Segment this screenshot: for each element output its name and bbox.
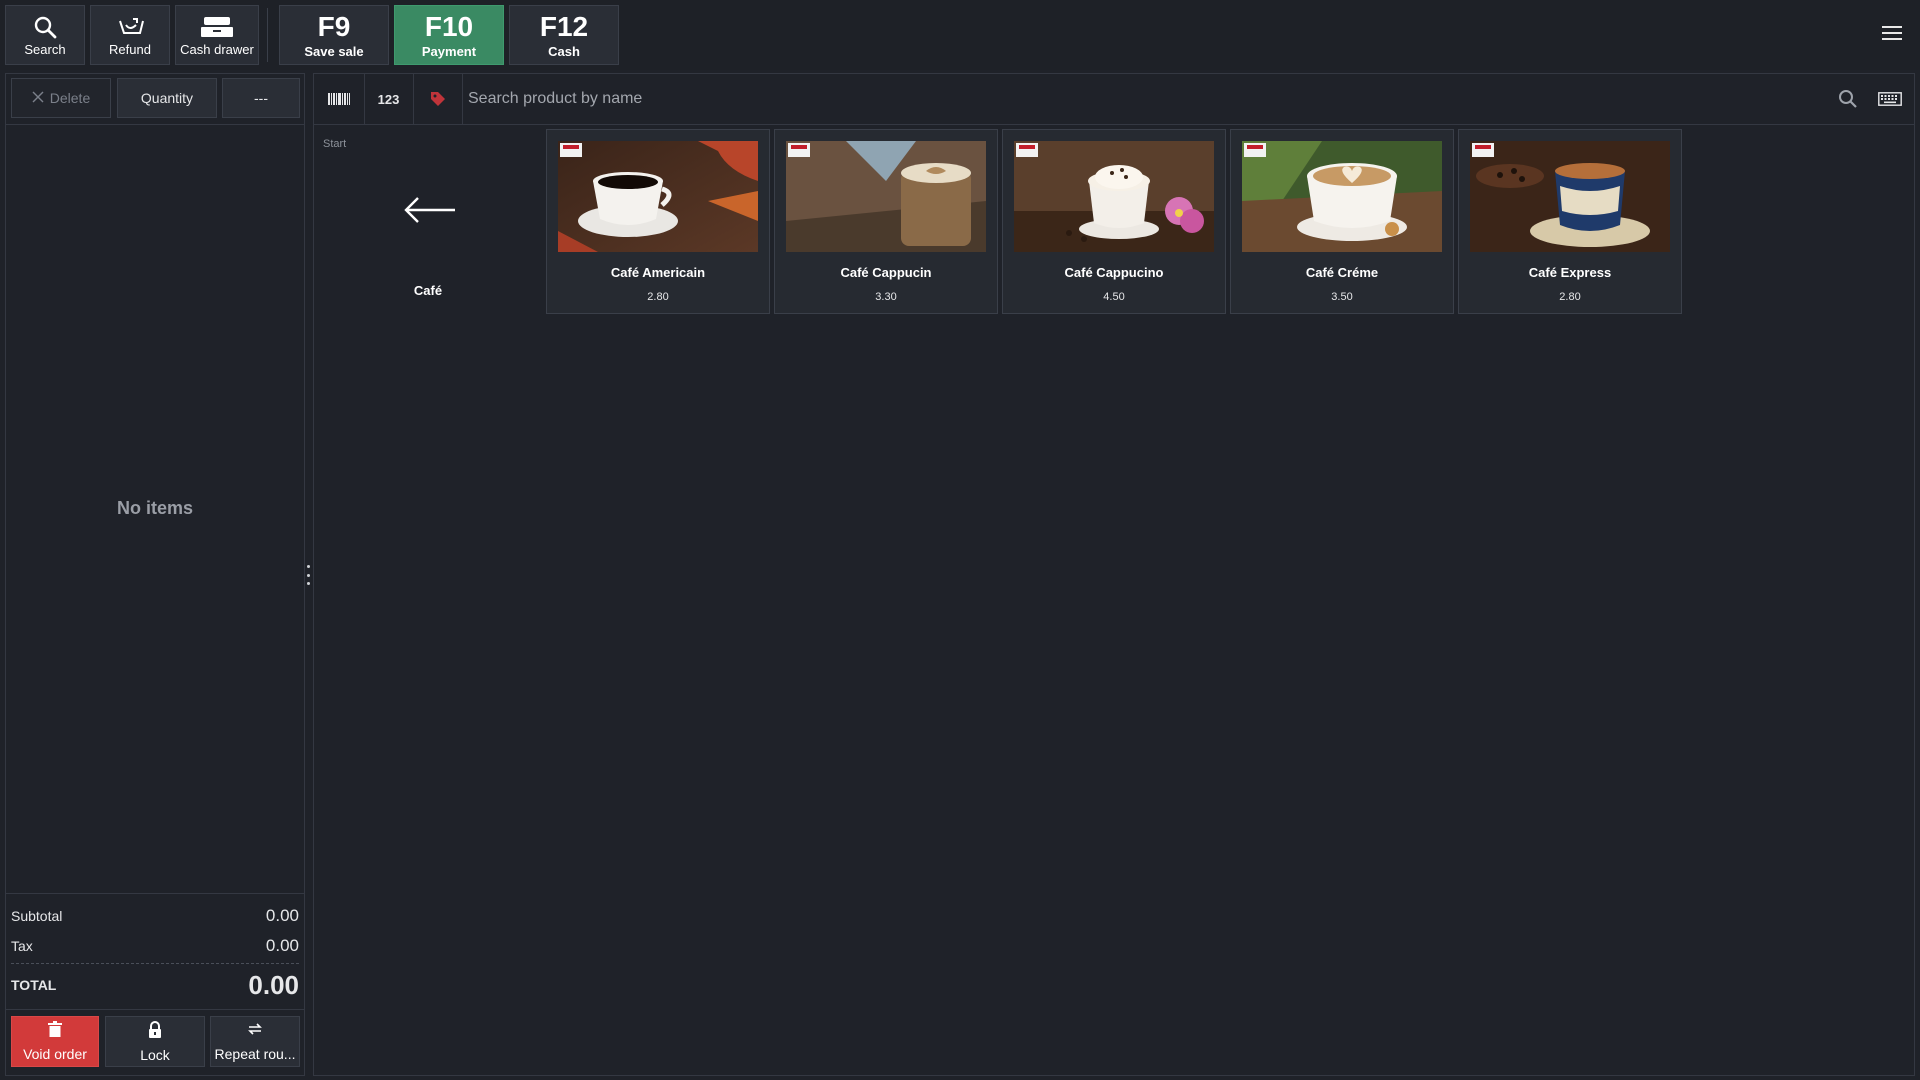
total-label: TOTAL bbox=[11, 977, 57, 993]
category-back-tile[interactable]: Café bbox=[318, 130, 538, 314]
subtotal-value: 0.00 bbox=[265, 906, 299, 925]
trash-icon bbox=[48, 1021, 62, 1042]
repeat-icon bbox=[247, 1021, 263, 1042]
tax-label: Tax bbox=[11, 938, 33, 954]
toolbar-divider bbox=[267, 8, 268, 62]
more-options-label: --- bbox=[254, 90, 268, 106]
product-price: 3.30 bbox=[875, 291, 897, 303]
repeat-round-button[interactable]: Repeat rou... bbox=[210, 1016, 300, 1067]
search-icon[interactable] bbox=[1828, 74, 1868, 124]
quantity-button[interactable]: Quantity bbox=[117, 78, 217, 118]
numeric-entry-button[interactable]: 123 bbox=[364, 74, 414, 124]
arrow-left-icon bbox=[404, 197, 455, 223]
product-tile[interactable]: Café Cappucin 3.30 bbox=[774, 129, 998, 314]
divider bbox=[6, 1009, 304, 1010]
tax-value: 0.00 bbox=[265, 936, 299, 955]
order-panel: Delete Quantity --- No items Subtotal 0.… bbox=[5, 73, 305, 1076]
dashed-divider bbox=[11, 963, 299, 964]
product-tile[interactable]: Café Americain 2.80 bbox=[546, 129, 770, 314]
category-label: Café bbox=[413, 283, 443, 298]
delete-label: Delete bbox=[49, 90, 91, 106]
product-price: 3.50 bbox=[1331, 291, 1353, 303]
payment-label: Payment bbox=[421, 43, 477, 59]
lock-icon bbox=[148, 1020, 162, 1043]
product-image bbox=[1470, 141, 1670, 252]
empty-order-message: No items bbox=[116, 498, 194, 518]
subtotal-row: Subtotal 0.00 bbox=[11, 906, 299, 926]
cash-label: Cash bbox=[548, 43, 580, 59]
numeric-entry-label: 123 bbox=[377, 91, 400, 107]
product-tile[interactable]: Café Créme 3.50 bbox=[1230, 129, 1454, 314]
top-toolbar: Search Refund Cash drawer F9 Save sale F… bbox=[0, 0, 1920, 70]
product-image bbox=[786, 141, 986, 252]
totals-section bbox=[6, 893, 304, 894]
lock-button[interactable]: Lock bbox=[105, 1016, 205, 1067]
search-button-label: Search bbox=[24, 41, 66, 57]
product-image bbox=[1242, 141, 1442, 252]
product-name: Café Cappucino bbox=[1064, 265, 1164, 280]
product-name: Café Express bbox=[1528, 265, 1612, 280]
product-tile[interactable]: Café Express 2.80 bbox=[1458, 129, 1682, 314]
hamburger-menu-icon[interactable] bbox=[1878, 18, 1906, 48]
total-row: TOTAL 0.00 bbox=[11, 968, 299, 1002]
product-image bbox=[558, 141, 758, 252]
total-value: 0.00 bbox=[248, 969, 299, 1000]
payment-button[interactable]: F10 Payment bbox=[394, 5, 504, 65]
repeat-round-label: Repeat rou... bbox=[214, 1046, 296, 1062]
refund-button-label: Refund bbox=[109, 41, 151, 57]
save-sale-key: F9 bbox=[317, 10, 351, 42]
cash-drawer-button[interactable]: Cash drawer bbox=[175, 5, 259, 65]
price-tag-icon[interactable] bbox=[413, 74, 463, 124]
product-tile[interactable]: Café Cappucino 4.50 bbox=[1002, 129, 1226, 314]
catalog-panel: 123 Start Café bbox=[313, 73, 1915, 1076]
save-sale-button[interactable]: F9 Save sale bbox=[279, 5, 389, 65]
product-name: Café Créme bbox=[1305, 265, 1379, 280]
search-bar: 123 bbox=[314, 74, 1914, 125]
void-order-button[interactable]: Void order bbox=[11, 1016, 99, 1067]
tax-row: Tax 0.00 bbox=[11, 936, 299, 956]
more-options-button[interactable]: --- bbox=[222, 78, 300, 118]
quantity-label: Quantity bbox=[140, 90, 194, 106]
product-price: 2.80 bbox=[647, 291, 669, 303]
refund-button[interactable]: Refund bbox=[90, 5, 170, 65]
void-order-label: Void order bbox=[23, 1046, 87, 1062]
product-name: Café Cappucin bbox=[840, 265, 932, 280]
panel-resize-handle[interactable] bbox=[306, 565, 310, 585]
product-search-input[interactable] bbox=[462, 74, 1824, 124]
search-icon bbox=[33, 14, 57, 40]
product-price: 4.50 bbox=[1103, 291, 1125, 303]
search-button[interactable]: Search bbox=[5, 5, 85, 65]
product-name: Café Americain bbox=[610, 265, 706, 280]
cash-drawer-button-label: Cash drawer bbox=[180, 41, 254, 57]
lock-label: Lock bbox=[140, 1046, 170, 1063]
keyboard-icon[interactable] bbox=[1870, 74, 1910, 124]
subtotal-label: Subtotal bbox=[11, 908, 63, 924]
cash-button[interactable]: F12 Cash bbox=[509, 5, 619, 65]
refund-icon bbox=[114, 14, 146, 40]
close-icon bbox=[32, 90, 44, 106]
cash-drawer-icon bbox=[199, 14, 235, 40]
cash-key: F12 bbox=[539, 10, 589, 42]
product-image bbox=[1014, 141, 1214, 252]
delete-button[interactable]: Delete bbox=[11, 78, 111, 118]
product-price: 2.80 bbox=[1559, 291, 1581, 303]
divider bbox=[6, 124, 304, 125]
payment-key: F10 bbox=[424, 10, 474, 42]
barcode-icon[interactable] bbox=[314, 74, 365, 124]
save-sale-label: Save sale bbox=[304, 43, 364, 59]
